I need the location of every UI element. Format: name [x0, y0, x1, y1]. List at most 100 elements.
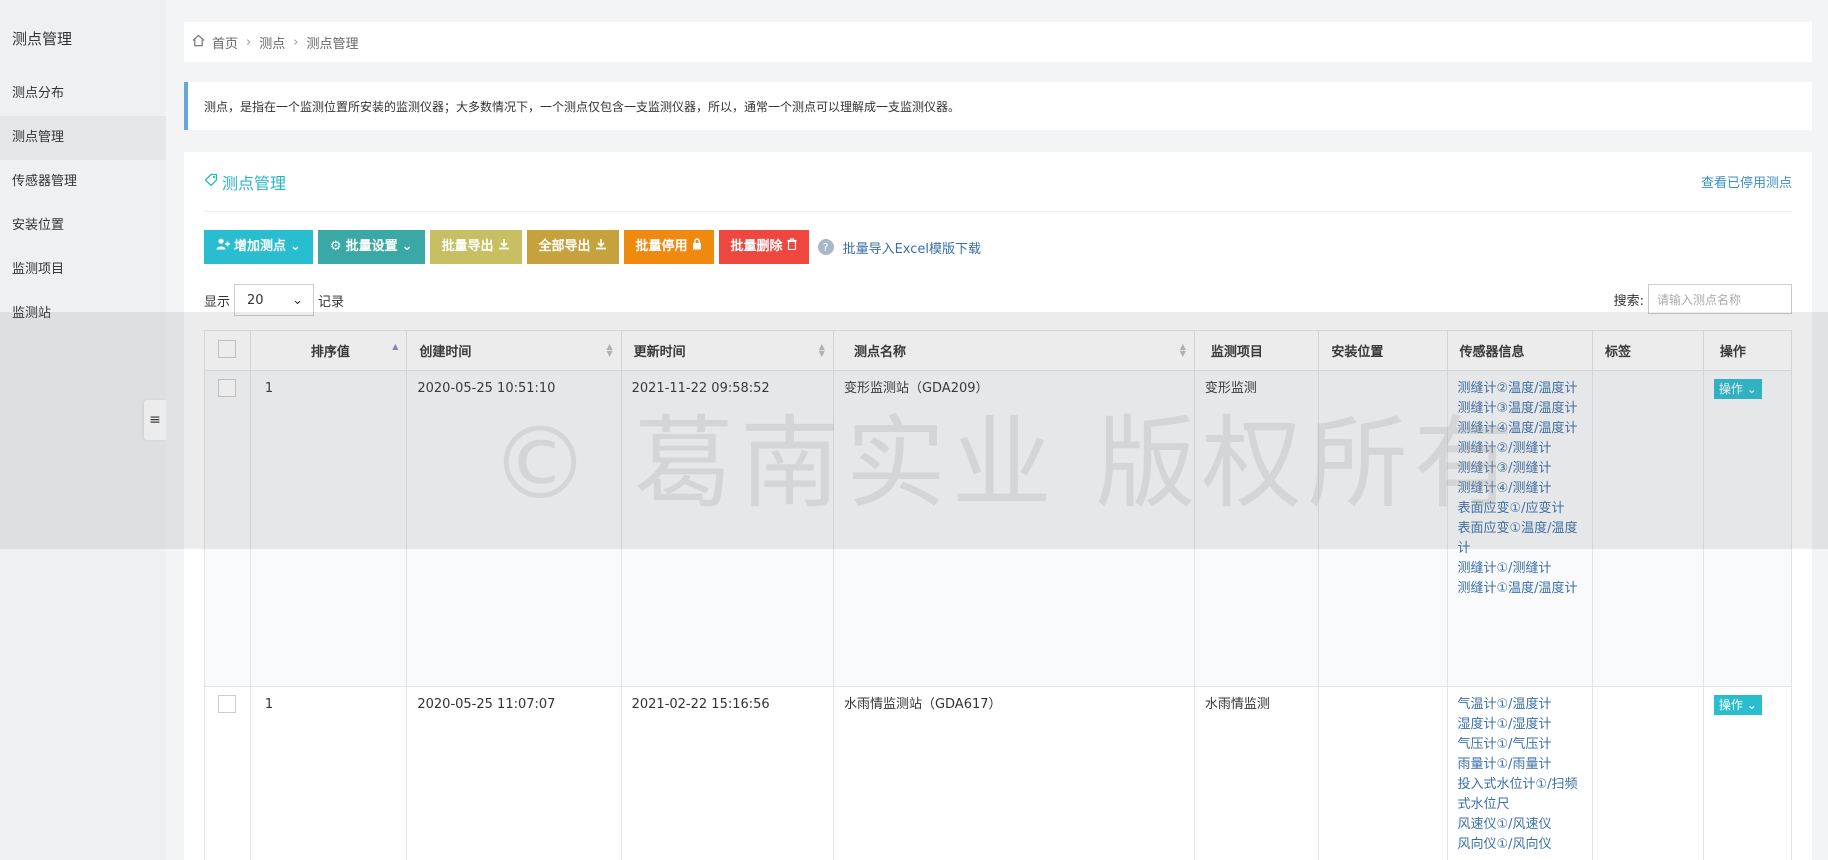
length-prefix: 显示	[204, 294, 231, 310]
sensor-link[interactable]: 测缝计④温度/温度计	[1458, 419, 1582, 439]
header-ops: 操作	[1702, 330, 1793, 371]
sort-icon: ▲ ▼	[606, 342, 613, 358]
length-suffix: 记录	[318, 294, 345, 310]
cell-updated: 2021-11-22 09:58:52	[620, 370, 834, 687]
header-sensors: 传感器信息	[1446, 330, 1593, 371]
help-icon[interactable]: ?	[817, 239, 834, 255]
view-disabled-points-link[interactable]: 查看已停用测点	[1701, 172, 1792, 191]
batch-disable-label: 批量停用	[635, 239, 688, 254]
header-updated[interactable]: 更新时间 ▲ ▼	[620, 330, 834, 371]
chevron-down-icon: ⌄	[292, 292, 304, 308]
search-label: 搜索:	[1613, 293, 1644, 309]
sidebar-item-point-management[interactable]: 测点管理	[0, 116, 166, 160]
header-location: 安装位置	[1318, 330, 1448, 371]
page-length-control: 显示 20 ⌄ 记录	[204, 284, 344, 316]
add-point-label: 增加测点	[234, 239, 287, 254]
sidebar-item-install-location[interactable]: 安装位置	[0, 204, 166, 248]
breadcrumb-current: 测点管理	[306, 36, 359, 52]
header-updated-label: 更新时间	[633, 345, 686, 360]
search-input[interactable]: 请输入测点名称	[1648, 284, 1792, 314]
lock-icon	[692, 230, 702, 264]
row-checkbox[interactable]	[218, 379, 237, 397]
chevron-down-icon: ⌄	[290, 239, 301, 254]
point-management-panel: 测点管理 查看已停用测点 增加测点 ⌄ ⚙ 批量设置 ⌄ 批量导出 全部导出 批…	[184, 152, 1812, 860]
user-plus-icon	[216, 230, 230, 264]
home-icon	[192, 34, 208, 51]
toolbar: 增加测点 ⌄ ⚙ 批量设置 ⌄ 批量导出 全部导出 批量停用 批量删除 ? 批量…	[204, 230, 981, 264]
row-ops-dropdown-button[interactable]: 操作 ⌄	[1713, 379, 1762, 399]
header-ops-label: 操作	[1719, 345, 1746, 360]
sensor-link[interactable]: 投入式水位计①/扫频式水位尺	[1458, 775, 1582, 815]
sensor-link[interactable]: 气压计①/气压计	[1458, 735, 1582, 755]
sort-icon: ▲ ▼	[818, 342, 825, 358]
panel-title: 测点管理	[204, 170, 286, 194]
table-row: 1 2020-05-25 11:07:07 2021-02-22 15:16:5…	[204, 686, 1793, 860]
export-all-button[interactable]: 全部导出	[526, 230, 619, 264]
sensor-link[interactable]: 测缝计②/测缝计	[1458, 439, 1582, 459]
batch-settings-label: 批量设置	[345, 239, 398, 254]
header-name[interactable]: 测点名称 ▲ ▼	[832, 330, 1195, 371]
cell-project: 水雨情监测	[1193, 686, 1320, 860]
header-name-label: 测点名称	[853, 345, 906, 360]
sensor-link[interactable]: 表面应变①温度/温度计	[1458, 519, 1582, 559]
breadcrumb: 首页 › 测点 › 测点管理	[184, 22, 1812, 62]
header-created-label: 创建时间	[419, 345, 472, 360]
sensor-link[interactable]: 湿度计①/湿度计	[1458, 715, 1582, 735]
sort-icon: ▲ ▼	[1179, 342, 1186, 358]
select-all-checkbox[interactable]	[218, 339, 237, 358]
sort-asc-icon: ▲	[392, 342, 399, 351]
batch-settings-button[interactable]: ⚙ 批量设置 ⌄	[317, 230, 425, 264]
cell-created: 2020-05-25 10:51:10	[406, 370, 622, 687]
sensor-link[interactable]: 风向仪①/风向仪	[1458, 835, 1582, 855]
row-select[interactable]	[204, 370, 251, 687]
sensor-link[interactable]: 气温计①/温度计	[1458, 695, 1582, 715]
batch-delete-button[interactable]: 批量删除	[718, 230, 809, 264]
page-length-select[interactable]: 20 ⌄	[234, 284, 315, 316]
sidebar-item-monitor-station[interactable]: 监测站	[0, 292, 166, 336]
sensor-link[interactable]: 测缝计①温度/温度计	[1458, 579, 1582, 599]
add-point-button[interactable]: 增加测点 ⌄	[204, 230, 313, 264]
sidebar-item-monitor-project[interactable]: 监测项目	[0, 248, 166, 292]
cell-sensors: 气温计①/温度计 湿度计①/湿度计 气压计①/气压计 雨量计①/雨量计 投入式水…	[1446, 686, 1593, 860]
sensor-link[interactable]: 测缝计③温度/温度计	[1458, 399, 1582, 419]
header-created[interactable]: 创建时间 ▲ ▼	[406, 330, 622, 371]
batch-delete-label: 批量删除	[730, 239, 783, 254]
cell-sort: 1	[249, 686, 408, 860]
sensor-link[interactable]: 测缝计③/测缝计	[1458, 459, 1582, 479]
sidebar-item-sensor-management[interactable]: 传感器管理	[0, 160, 166, 204]
cell-ops: 操作 ⌄	[1702, 370, 1793, 687]
chevron-down-icon: ⌄	[1746, 698, 1757, 712]
cell-location	[1318, 370, 1448, 687]
batch-export-label: 批量导出	[441, 239, 494, 254]
download-icon	[498, 230, 510, 264]
breadcrumb-level1[interactable]: 测点	[259, 33, 285, 52]
main-content: 首页 › 测点 › 测点管理 测点，是指在一个监测位置所安装的监测仪器；大多数情…	[166, 0, 1828, 860]
cell-tag	[1591, 686, 1704, 860]
batch-disable-button[interactable]: 批量停用	[623, 230, 714, 264]
sensor-link[interactable]: 表面应变①/应变计	[1458, 499, 1582, 519]
cell-name: 水雨情监测站（GDA617）	[832, 686, 1195, 860]
sensor-link[interactable]: 测缝计①/测缝计	[1458, 559, 1582, 579]
tag-icon	[204, 172, 218, 191]
cell-location	[1318, 686, 1448, 860]
sidebar-item-distribution[interactable]: 测点分布	[0, 72, 166, 116]
header-select-all[interactable]	[204, 330, 251, 371]
sensor-link[interactable]: 测缝计②温度/温度计	[1458, 379, 1582, 399]
breadcrumb-home[interactable]: 首页	[212, 33, 238, 52]
row-select[interactable]	[204, 686, 251, 860]
header-tag-label: 标签	[1604, 345, 1631, 360]
row-checkbox[interactable]	[218, 695, 237, 713]
header-sort[interactable]: 排序值 ▲	[249, 330, 408, 371]
excel-template-download-link[interactable]: 批量导入Excel模版下载	[843, 238, 981, 257]
cell-tag	[1591, 370, 1704, 687]
batch-export-button[interactable]: 批量导出	[429, 230, 522, 264]
points-table: 排序值 ▲ 创建时间 ▲ ▼ 更新时间 ▲ ▼ 测点名称 ▲ ▼ 监测项目 安装位置 传感器信…	[204, 330, 1793, 860]
cell-sensors: 测缝计②温度/温度计 测缝计③温度/温度计 测缝计④温度/温度计 测缝计②/测缝…	[1446, 370, 1593, 687]
row-ops-label: 操作	[1718, 382, 1743, 396]
sensor-link[interactable]: 风速仪①/风速仪	[1458, 815, 1582, 835]
sensor-link[interactable]: 雨量计①/雨量计	[1458, 755, 1582, 775]
row-ops-dropdown-button[interactable]: 操作 ⌄	[1713, 695, 1762, 715]
sidebar-toggle-menu-icon[interactable]: ≡	[144, 400, 166, 440]
header-project: 监测项目	[1193, 330, 1320, 371]
sensor-link[interactable]: 测缝计④/测缝计	[1458, 479, 1582, 499]
